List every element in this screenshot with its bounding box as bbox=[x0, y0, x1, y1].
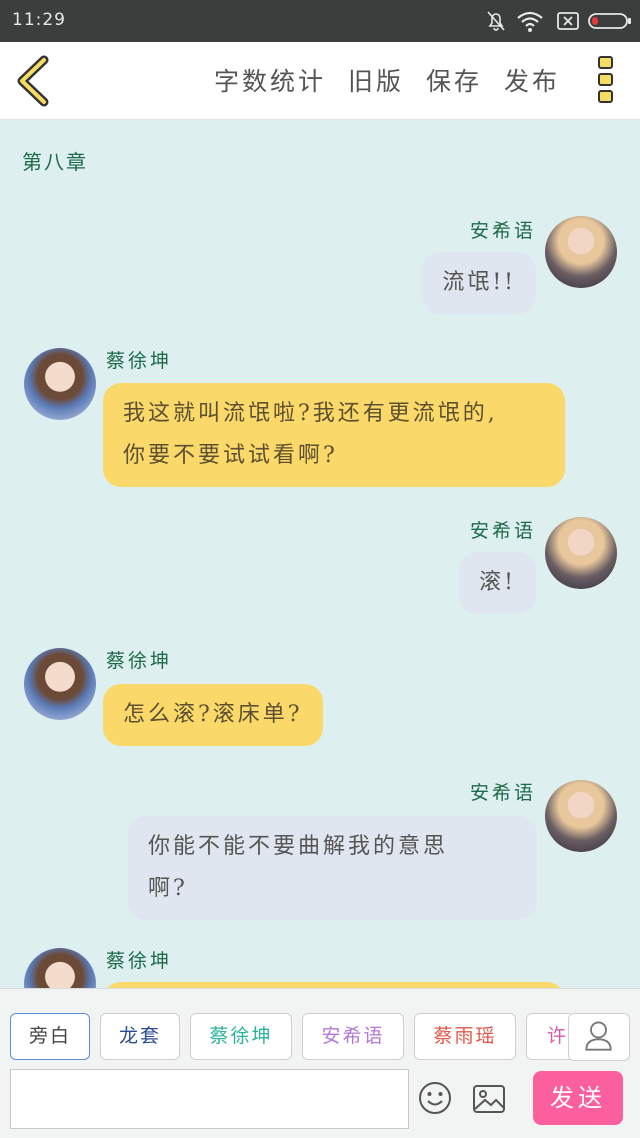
message-bubble: 我这就叫流氓啦?我还有更流氓的, 你要不要试试看啊? bbox=[103, 383, 565, 487]
top-toolbar: 字数统计 旧版 保存 发布 bbox=[0, 42, 640, 120]
role-selector: 旁白 龙套 蔡徐坤 安希语 蔡雨瑶 许 bbox=[10, 1013, 570, 1061]
image-icon[interactable] bbox=[472, 1083, 506, 1115]
avatar[interactable] bbox=[545, 216, 617, 288]
wifi-icon bbox=[517, 11, 543, 32]
word-count-button[interactable]: 字数统计 bbox=[214, 62, 326, 98]
avatar[interactable] bbox=[24, 348, 96, 420]
more-menu-icon[interactable] bbox=[598, 56, 618, 108]
status-time: 11:29 bbox=[12, 10, 66, 30]
mute-icon bbox=[487, 11, 505, 31]
publish-button[interactable]: 发布 bbox=[504, 62, 560, 98]
user-icon[interactable] bbox=[568, 1013, 630, 1061]
role-button[interactable]: 蔡雨瑶 bbox=[414, 1013, 516, 1060]
message-line: 啊? bbox=[148, 876, 188, 901]
role-button[interactable]: 蔡徐坤 bbox=[190, 1013, 292, 1060]
role-label: 龙套 bbox=[118, 1025, 161, 1047]
old-version-button[interactable]: 旧版 bbox=[348, 62, 404, 98]
chat-content[interactable]: 第八章 安希语 流氓!! 蔡徐坤 我这就叫流氓啦?我还有更流氓的, 你要不要试试… bbox=[0, 120, 640, 988]
speaker-name: 蔡徐坤 bbox=[106, 650, 173, 672]
avatar[interactable] bbox=[545, 780, 617, 852]
avatar[interactable] bbox=[24, 648, 96, 720]
no-sim-icon bbox=[557, 12, 579, 30]
message-bubble: 滚! bbox=[459, 552, 536, 614]
role-button[interactable]: 安希语 bbox=[302, 1013, 404, 1060]
message-bubble: 流氓!! bbox=[422, 252, 536, 314]
compose-bar: 旁白 龙套 蔡徐坤 安希语 蔡雨瑶 许 发送 bbox=[0, 988, 640, 1138]
chapter-title: 第八章 bbox=[22, 150, 88, 174]
speaker-name: 蔡徐坤 bbox=[106, 350, 173, 372]
avatar[interactable] bbox=[545, 517, 617, 589]
speaker-name: 蔡徐坤 bbox=[106, 950, 173, 972]
back-icon[interactable] bbox=[12, 54, 56, 108]
role-button[interactable]: 旁白 bbox=[10, 1013, 90, 1060]
status-bar: 11:29 bbox=[0, 0, 640, 42]
message-input[interactable] bbox=[10, 1069, 409, 1129]
role-label: 蔡徐坤 bbox=[209, 1025, 273, 1047]
speaker-name: 安希语 bbox=[469, 220, 536, 242]
header-actions: 字数统计 旧版 保存 发布 bbox=[214, 62, 560, 98]
message-line: 你要不要试试看啊? bbox=[123, 443, 338, 468]
message-bubble: 怎么滚?滚床单? bbox=[103, 684, 323, 746]
save-button[interactable]: 保存 bbox=[426, 62, 482, 98]
message-bubble: 你能不能不要曲解我的意思 啊? bbox=[128, 816, 537, 920]
message-line: 你能不能不要曲解我的意思 bbox=[148, 834, 449, 859]
battery-icon bbox=[588, 13, 631, 29]
speaker-name: 安希语 bbox=[469, 520, 536, 542]
role-button[interactable]: 许 bbox=[526, 1013, 570, 1060]
role-button[interactable]: 龙套 bbox=[100, 1013, 180, 1060]
role-label: 许 bbox=[547, 1025, 569, 1047]
emoji-icon[interactable] bbox=[418, 1081, 452, 1115]
role-label: 蔡雨瑶 bbox=[433, 1025, 497, 1047]
role-label: 旁白 bbox=[28, 1025, 71, 1047]
avatar[interactable] bbox=[24, 948, 96, 988]
speaker-name: 安希语 bbox=[469, 782, 536, 804]
send-button[interactable]: 发送 bbox=[533, 1071, 623, 1125]
role-label: 安希语 bbox=[321, 1025, 385, 1047]
message-line: 我这就叫流氓啦?我还有更流氓的, bbox=[123, 401, 498, 426]
